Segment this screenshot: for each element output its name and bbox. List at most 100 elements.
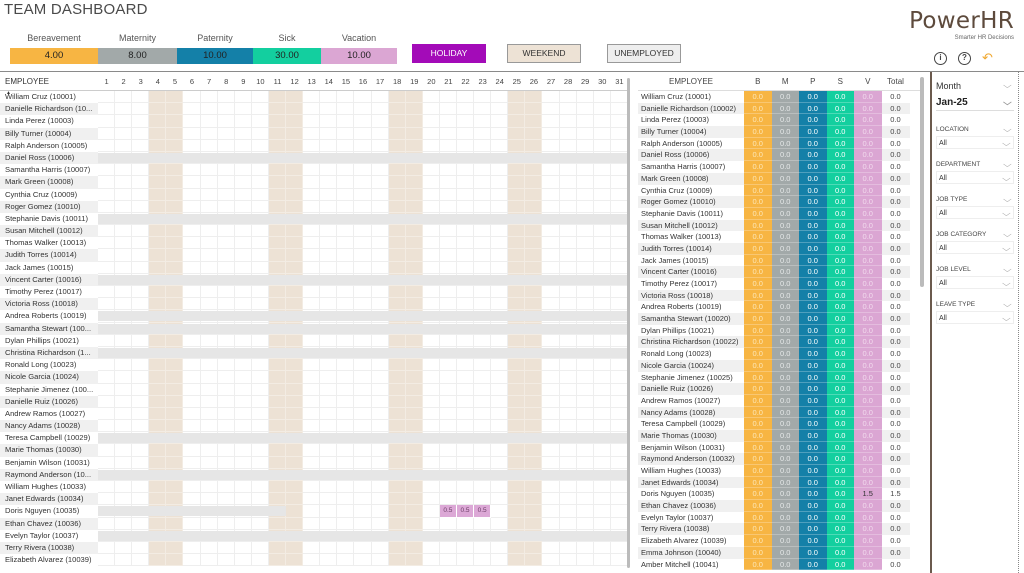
weekend-cell[interactable] xyxy=(508,286,526,299)
weekend-cell[interactable] xyxy=(149,127,167,140)
day-cell[interactable] xyxy=(320,481,338,494)
summary-employee-header[interactable]: EMPLOYEE xyxy=(638,74,744,90)
day-cell[interactable] xyxy=(593,188,611,201)
day-cell[interactable] xyxy=(337,286,355,299)
day-cell[interactable] xyxy=(132,493,150,506)
day-cell[interactable] xyxy=(456,164,475,177)
summary-employee-name[interactable]: Susan Mitchell (10012) xyxy=(638,219,744,232)
day-cell[interactable] xyxy=(337,225,355,238)
day-cell[interactable] xyxy=(354,115,372,128)
day-cell[interactable] xyxy=(610,481,628,494)
summary-employee-name[interactable]: Linda Perez (10003) xyxy=(638,114,744,126)
day-cell[interactable] xyxy=(371,541,389,555)
slicer-dropdown[interactable]: All ⌵ xyxy=(936,311,1014,324)
day-cell[interactable] xyxy=(132,383,150,396)
day-cell[interactable] xyxy=(217,554,235,567)
day-cell[interactable] xyxy=(474,493,492,506)
day-cell[interactable] xyxy=(251,554,269,567)
weekend-cell[interactable] xyxy=(388,237,406,250)
day-cell[interactable] xyxy=(542,188,560,201)
day-cell[interactable] xyxy=(303,481,321,494)
weekend-cell[interactable] xyxy=(149,395,167,408)
day-cell[interactable] xyxy=(234,554,252,567)
day-cell[interactable] xyxy=(576,164,594,177)
day-cell[interactable] xyxy=(456,225,475,238)
day-cell[interactable] xyxy=(439,359,457,372)
weekend-cell[interactable] xyxy=(166,286,184,299)
weekend-cell[interactable] xyxy=(166,91,184,104)
day-cell[interactable] xyxy=(593,493,611,506)
day-cell[interactable] xyxy=(422,334,440,347)
day-cell[interactable] xyxy=(115,164,133,177)
day-cell[interactable] xyxy=(251,115,269,128)
weekend-cell[interactable] xyxy=(508,334,526,347)
employee-name[interactable]: Mark Green (10008) xyxy=(0,176,98,189)
day-cell[interactable] xyxy=(217,481,235,494)
day-cell[interactable] xyxy=(593,456,611,469)
slicer-dropdown[interactable]: All ⌵ xyxy=(936,171,1014,184)
day-cell[interactable] xyxy=(371,334,389,347)
day-cell[interactable] xyxy=(320,298,338,311)
weekend-cell[interactable] xyxy=(525,541,543,555)
day-cell[interactable] xyxy=(217,493,235,506)
day-cell[interactable] xyxy=(371,395,389,408)
day-cell[interactable] xyxy=(320,200,338,213)
day-cell[interactable] xyxy=(576,407,594,421)
day-cell[interactable] xyxy=(422,164,440,177)
day-cell[interactable] xyxy=(610,225,628,238)
day-cell[interactable] xyxy=(320,286,338,299)
day-cell[interactable] xyxy=(217,139,235,152)
day-cell[interactable] xyxy=(456,444,475,457)
day-cell[interactable] xyxy=(251,286,269,299)
day-cell[interactable] xyxy=(234,103,252,116)
day-cell[interactable] xyxy=(593,481,611,494)
day-cell[interactable] xyxy=(610,115,628,128)
day-cell[interactable] xyxy=(439,237,457,250)
day-cell[interactable] xyxy=(132,115,150,128)
employee-name[interactable]: Doris Nguyen (10035) xyxy=(0,505,98,517)
day-cell[interactable] xyxy=(491,115,509,128)
employee-name[interactable]: Elizabeth Alvarez (10039) xyxy=(0,554,98,566)
day-cell[interactable] xyxy=(422,371,440,384)
day-cell[interactable] xyxy=(610,505,628,518)
day-cell[interactable] xyxy=(559,127,577,140)
day-cell[interactable] xyxy=(422,249,440,262)
day-cell[interactable] xyxy=(439,517,457,530)
day-cell[interactable] xyxy=(610,286,628,299)
day-cell[interactable] xyxy=(559,456,577,469)
day-cell[interactable] xyxy=(200,164,218,177)
day-cell[interactable] xyxy=(422,188,440,201)
day-cell[interactable] xyxy=(542,164,560,177)
day-cell[interactable] xyxy=(371,493,389,506)
weekend-cell[interactable] xyxy=(149,139,167,152)
day-cell[interactable] xyxy=(320,456,338,469)
chevron-down-icon[interactable]: ⌵ xyxy=(1003,78,1016,94)
day-cell[interactable] xyxy=(132,261,150,274)
day-cell[interactable] xyxy=(200,420,218,433)
weekend-cell[interactable] xyxy=(525,261,543,274)
weekend-cell[interactable] xyxy=(525,188,543,201)
day-cell[interactable] xyxy=(371,517,389,530)
day-cell[interactable] xyxy=(234,249,252,262)
day-cell[interactable] xyxy=(115,554,133,567)
day-cell[interactable] xyxy=(115,481,133,494)
day-cell[interactable] xyxy=(593,103,611,116)
day-cell[interactable] xyxy=(303,237,321,250)
summary-employee-name[interactable]: William Hughes (10033) xyxy=(638,465,744,477)
day-cell[interactable] xyxy=(98,359,116,372)
day-cell[interactable] xyxy=(354,139,372,152)
summary-employee-name[interactable]: Janet Edwards (10034) xyxy=(638,476,744,489)
day-cell[interactable] xyxy=(456,237,475,250)
weekend-cell[interactable] xyxy=(405,371,423,384)
day-cell[interactable] xyxy=(422,383,440,396)
day-cell[interactable] xyxy=(491,420,509,433)
day-cell[interactable] xyxy=(491,298,509,311)
day-cell[interactable] xyxy=(98,237,116,250)
weekend-cell[interactable] xyxy=(405,456,423,469)
weekend-cell[interactable] xyxy=(405,444,423,457)
day-cell[interactable] xyxy=(320,164,338,177)
day-cell[interactable] xyxy=(115,517,133,530)
day-cell[interactable] xyxy=(491,261,509,274)
weekend-cell[interactable] xyxy=(508,103,526,116)
summary-employee-name[interactable]: Victoria Ross (10018) xyxy=(638,289,744,302)
